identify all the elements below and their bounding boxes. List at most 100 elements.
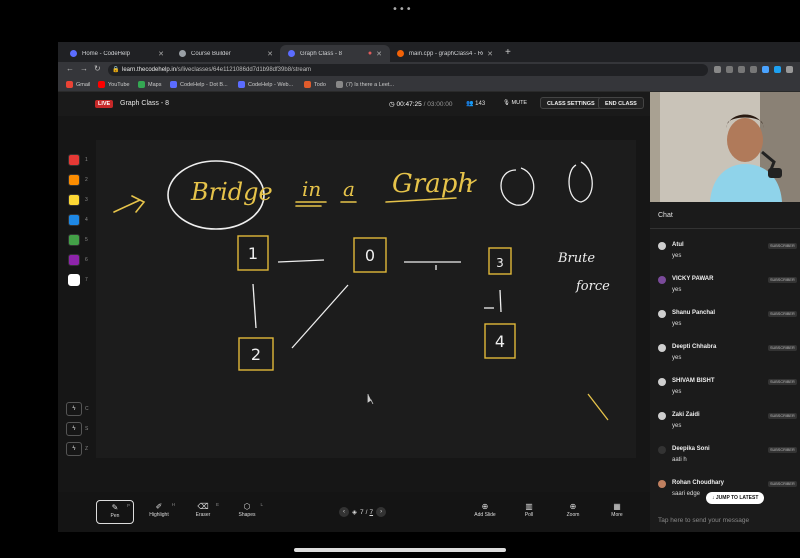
gmail-icon: [66, 81, 73, 88]
jump-to-latest-button[interactable]: ↓ JUMP TO LATEST: [706, 492, 765, 504]
stroke-tool-3[interactable]: ϟ: [66, 442, 82, 456]
star-icon[interactable]: [750, 66, 757, 73]
back-icon[interactable]: ←: [66, 64, 74, 73]
poll-icon: ▥: [525, 502, 533, 511]
codehelp-favicon: [238, 81, 245, 88]
color-swatch-green[interactable]: [68, 234, 80, 246]
extension-icon[interactable]: [762, 66, 769, 73]
note-brute: Brute: [557, 251, 595, 266]
color-swatch-white[interactable]: [68, 274, 80, 286]
end-class-button[interactable]: END CLASS: [598, 97, 644, 109]
multitask-dots[interactable]: •••: [392, 4, 413, 15]
edge-1-0: [277, 259, 325, 263]
zoom-button[interactable]: ⊕ Zoom: [554, 500, 592, 524]
bookmark-youtube[interactable]: YouTube: [98, 81, 130, 88]
tab-home[interactable]: Home - CodeHelp ✕: [62, 45, 172, 62]
lock-icon: 🔒: [112, 67, 120, 73]
chat-input[interactable]: Tap here to send your message: [658, 517, 749, 524]
extension-icon[interactable]: [774, 66, 781, 73]
bookmark-leetcode[interactable]: (7) Is there a Leet...: [336, 81, 394, 88]
whiteboard-canvas[interactable]: Bridge in a Graph 1 0 3 2 4 Brute force: [96, 140, 636, 458]
home-indicator[interactable]: [294, 548, 506, 552]
node-label-2: 2: [251, 345, 261, 364]
pen-tool-button[interactable]: ✎ Pen P: [96, 500, 134, 524]
whiteboard-drawing: Bridge in a Graph 1 0 3 2 4 Brute force: [113, 160, 610, 421]
prev-slide-button[interactable]: ‹: [339, 507, 349, 517]
live-badge: LIVE: [95, 100, 114, 108]
underline-stroke: [295, 201, 327, 207]
avatar: [658, 412, 666, 420]
zoom-icon: ⊕: [569, 502, 577, 511]
stroke-tool-1[interactable]: ϟ: [66, 402, 82, 416]
class-settings-button[interactable]: CLASS SETTINGS: [540, 97, 602, 109]
close-icon[interactable]: ✕: [487, 50, 493, 58]
tab-graph-class[interactable]: Graph Class - 8 ● ✕: [280, 45, 390, 62]
bookmark-codehelp-web[interactable]: CodeHelp - Web...: [238, 81, 293, 88]
avatar: [658, 242, 666, 250]
chat-title: Chat: [658, 212, 673, 219]
avatar: [658, 276, 666, 284]
squiggle-icon: ϟ: [72, 426, 76, 432]
avatar: [658, 310, 666, 318]
share-icon[interactable]: [738, 66, 745, 73]
color-swatch-purple[interactable]: [68, 254, 80, 266]
mute-button[interactable]: 🎙 MUTE: [498, 97, 532, 109]
class-timer: ◷ 00:47:25 / 03:00:00: [389, 101, 453, 108]
codehelp-favicon: [170, 81, 177, 88]
close-icon[interactable]: ✕: [267, 50, 273, 58]
shapes-tool-button[interactable]: ⬡ Shapes L: [228, 500, 266, 524]
title-word-a: a: [343, 177, 355, 201]
stroke-tool-2[interactable]: ϟ: [66, 422, 82, 436]
bookmark-todo[interactable]: Todo: [304, 81, 326, 88]
eraser-tool-button[interactable]: ⌫ Eraser E: [184, 500, 222, 524]
todo-icon: [304, 81, 311, 88]
cast-icon[interactable]: [714, 66, 721, 73]
zoom-icon[interactable]: [726, 66, 733, 73]
forward-icon[interactable]: →: [80, 64, 88, 73]
color-swatch-blue[interactable]: [68, 214, 80, 226]
class-title: Graph Class - 8: [120, 100, 170, 107]
scribble-stroke: [500, 167, 535, 206]
bookmark-maps[interactable]: Maps: [138, 81, 161, 88]
edge-1-2: [252, 283, 257, 329]
close-icon[interactable]: ✕: [376, 50, 382, 58]
address-bar[interactable]: 🔒 learn.thecodehelp.in/s/liveclasses/64e…: [108, 64, 708, 76]
reload-icon[interactable]: ↻: [94, 64, 101, 73]
color-swatch-red[interactable]: [68, 154, 80, 166]
tab-course-builder[interactable]: Course Builder ✕: [171, 45, 281, 62]
subscriber-badge: SUBSCRIBER: [768, 447, 797, 453]
next-slide-button[interactable]: ›: [376, 507, 387, 517]
close-icon[interactable]: ✕: [158, 50, 164, 58]
color-swatch-yellow[interactable]: [68, 194, 80, 206]
more-button[interactable]: ▦ More: [598, 500, 636, 524]
browser-toolbar: ← → ↻ 🔒 learn.thecodehelp.in/s/liveclass…: [58, 62, 800, 78]
layers-icon: ◈: [352, 509, 357, 516]
avatar: [658, 480, 666, 488]
title-word-bridge: Bridge: [190, 178, 273, 206]
instructor-video[interactable]: [650, 92, 800, 202]
bookmark-gmail[interactable]: Gmail: [66, 81, 90, 88]
new-tab-button[interactable]: +: [505, 47, 511, 58]
highlight-tool-button[interactable]: ✐ Highlight H: [140, 500, 178, 524]
grid-icon: ▦: [613, 502, 621, 511]
poll-button[interactable]: ▥ Poll: [510, 500, 548, 524]
record-icon: ●: [367, 50, 373, 57]
bookmark-codehelp-dot[interactable]: CodeHelp - Dot B...: [170, 81, 228, 88]
avatar: [658, 344, 666, 352]
page-icon: [336, 81, 343, 88]
tab-replit[interactable]: main.cpp - graphClass4 - Rep ✕: [389, 45, 501, 62]
edge-0-2: [291, 284, 349, 349]
node-label-3: 3: [496, 256, 504, 270]
class-header: LIVE Graph Class - 8 ◷ 00:47:25 / 03:00:…: [58, 92, 650, 116]
bookmarks-bar: Gmail YouTube Maps CodeHelp - Dot B... C…: [58, 78, 800, 92]
maps-icon: [138, 81, 145, 88]
scribble-stroke: [568, 161, 593, 203]
subscriber-badge: SUBSCRIBER: [768, 413, 797, 419]
color-swatch-orange[interactable]: [68, 174, 80, 186]
divider: [650, 228, 800, 229]
puzzle-icon[interactable]: [786, 66, 793, 73]
subscriber-badge: SUBSCRIBER: [768, 311, 797, 317]
browser-window: Home - CodeHelp ✕ Course Builder ✕ Graph…: [58, 42, 800, 532]
add-slide-button[interactable]: ⊕ Add Slide: [466, 500, 504, 524]
subscriber-badge: SUBSCRIBER: [768, 243, 797, 249]
